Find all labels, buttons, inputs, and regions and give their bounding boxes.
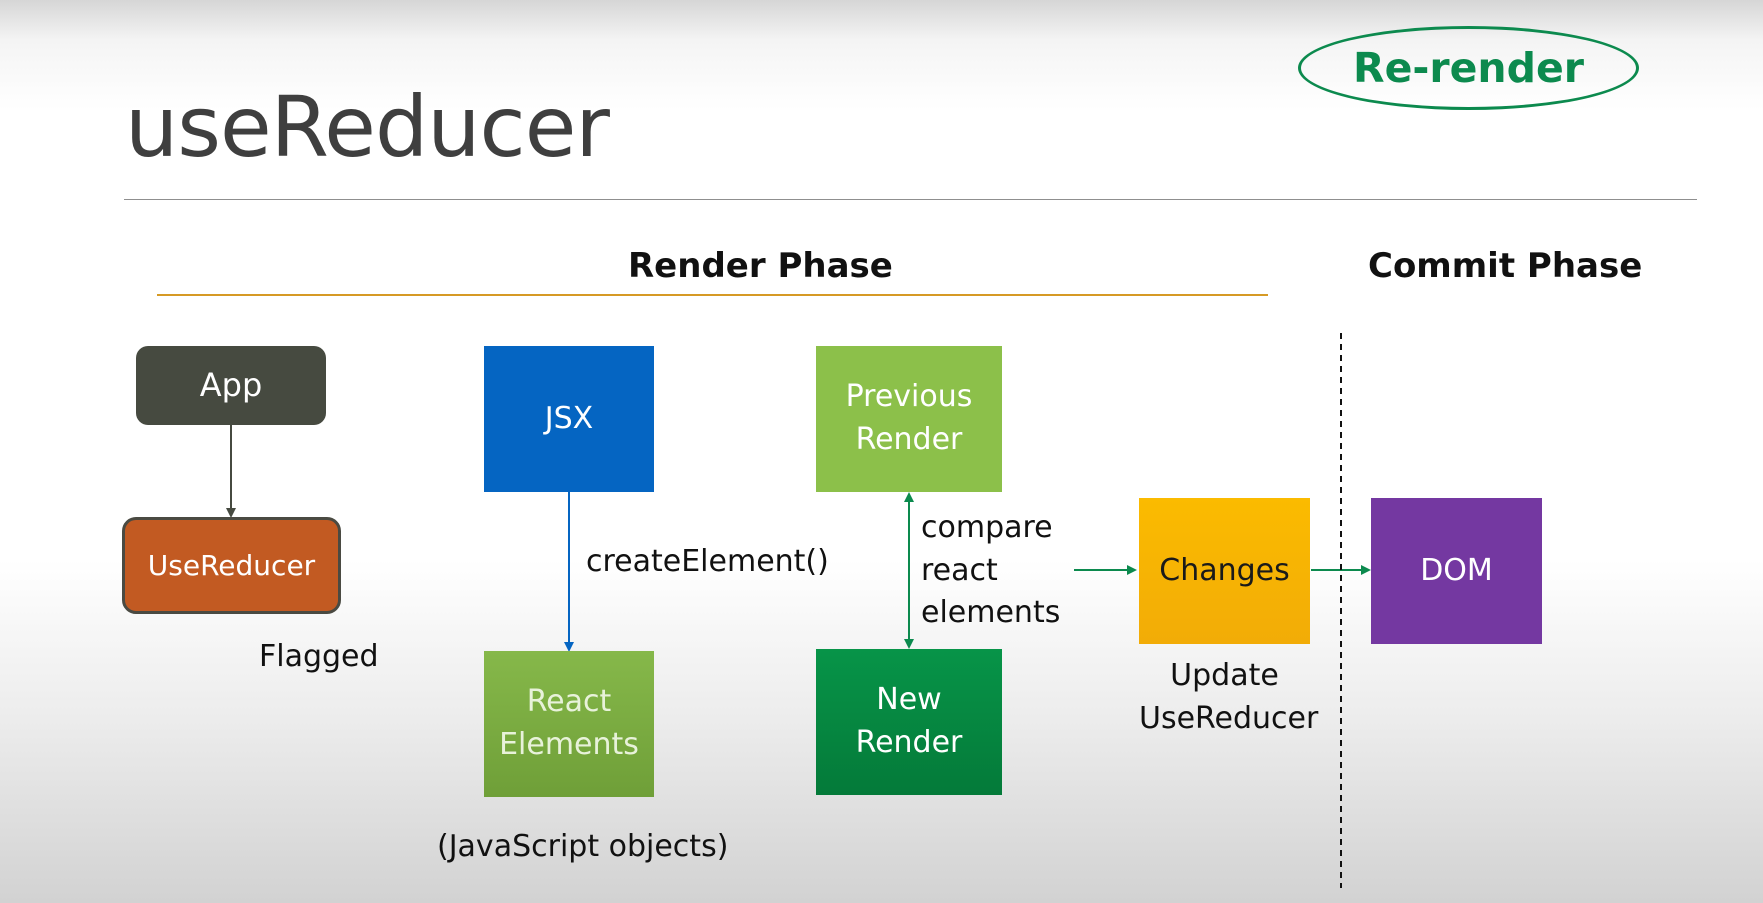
dom-node-label: DOM bbox=[1420, 552, 1493, 588]
changes-node: Changes bbox=[1139, 498, 1310, 644]
react-elements-node: React Elements bbox=[484, 651, 654, 797]
usereducer-node-label: UseReducer bbox=[147, 548, 316, 582]
compare-caption: compare react elements bbox=[921, 507, 1060, 635]
dom-node: DOM bbox=[1371, 498, 1542, 644]
usereducer-node: UseReducer bbox=[122, 517, 341, 614]
update-caption: Update UseReducer bbox=[1139, 655, 1319, 740]
update-line-1: Update bbox=[1170, 658, 1279, 693]
app-node: App bbox=[136, 346, 326, 425]
javascript-objects-caption: (JavaScript objects) bbox=[437, 829, 729, 864]
compare-line-1: compare bbox=[921, 510, 1053, 545]
react-elements-line-1: React bbox=[526, 684, 612, 720]
update-line-2: UseReducer bbox=[1139, 700, 1319, 736]
previous-render-line-2: Render bbox=[855, 422, 963, 457]
react-elements-line-2: Elements bbox=[499, 727, 639, 762]
jsx-node-label: JSX bbox=[544, 400, 594, 436]
create-element-caption: createElement() bbox=[586, 544, 829, 579]
new-render-line-1: New bbox=[876, 682, 942, 718]
previous-render-node: Previous Render bbox=[816, 346, 1002, 492]
new-render-node: New Render bbox=[816, 649, 1002, 795]
changes-node-label: Changes bbox=[1159, 552, 1290, 588]
jsx-node: JSX bbox=[484, 346, 654, 492]
compare-line-3: elements bbox=[921, 595, 1061, 631]
flagged-caption: Flagged bbox=[259, 639, 379, 674]
previous-render-line-1: Previous bbox=[845, 379, 973, 415]
new-render-line-2: Render bbox=[855, 725, 963, 760]
app-node-label: App bbox=[199, 365, 263, 404]
compare-line-2: react bbox=[921, 552, 998, 588]
